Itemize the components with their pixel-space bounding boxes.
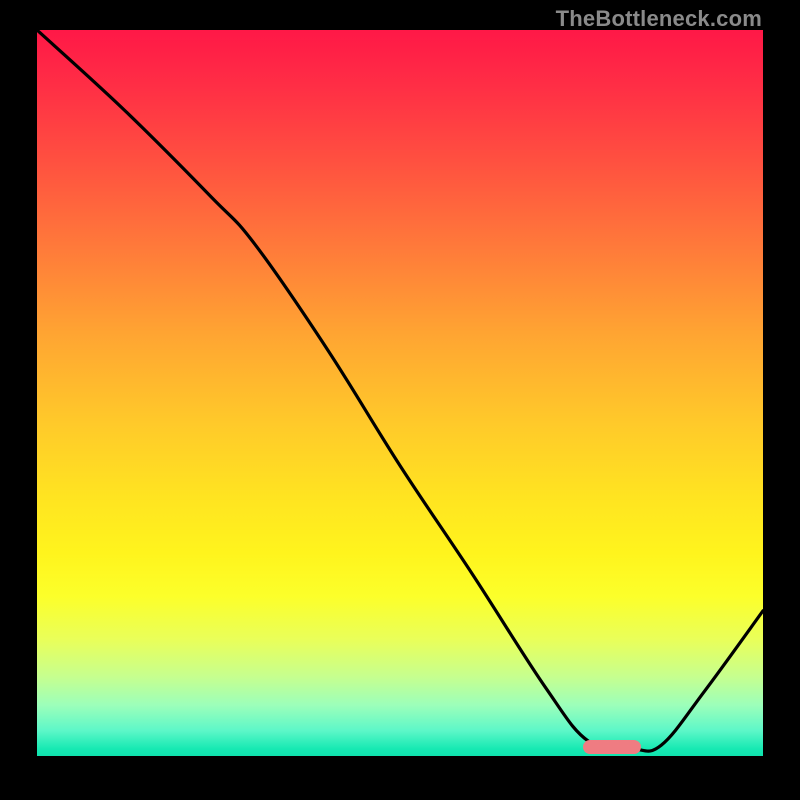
plot-area	[37, 30, 763, 756]
chart-frame: TheBottleneck.com	[0, 0, 800, 800]
optimal-range-marker	[583, 740, 641, 754]
watermark-text: TheBottleneck.com	[556, 6, 762, 32]
bottleneck-curve	[37, 30, 763, 756]
